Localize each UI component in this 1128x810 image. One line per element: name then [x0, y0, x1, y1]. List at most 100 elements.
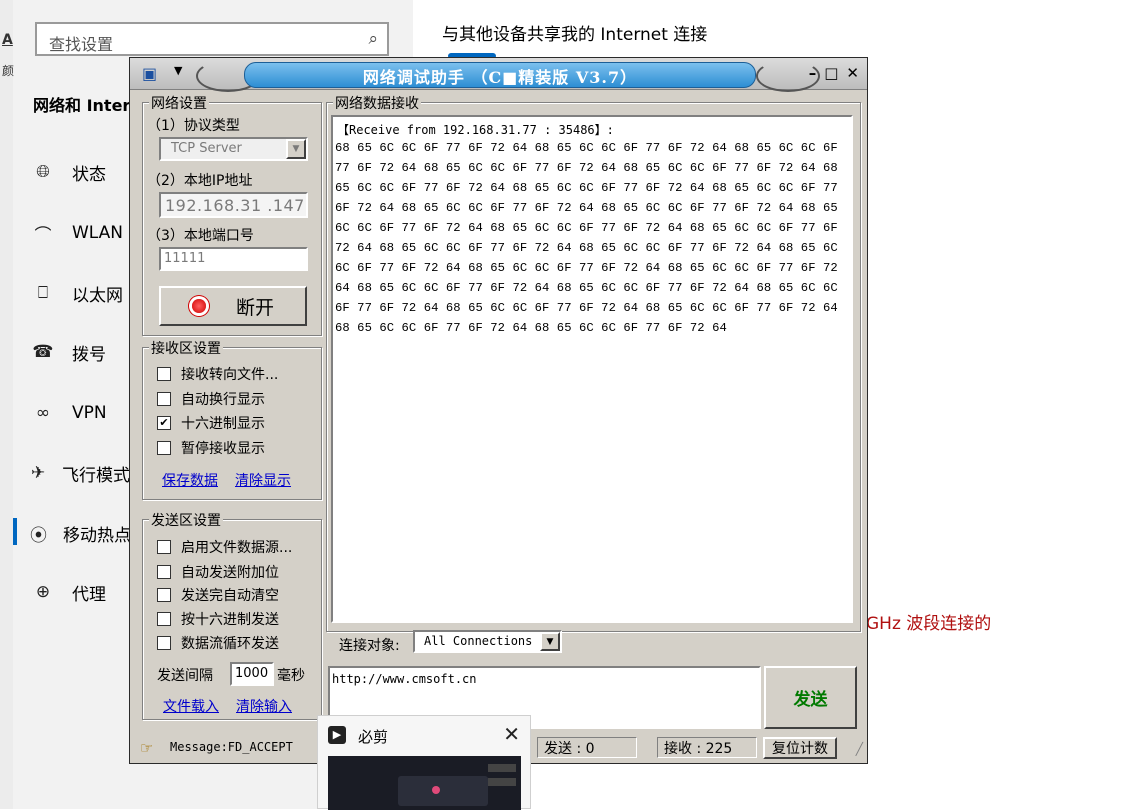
nav-item-label: WLAN — [72, 223, 124, 243]
system-menu-arrow-icon[interactable]: ▼ — [174, 64, 182, 77]
send-button-label: 发送 — [793, 690, 828, 710]
checkbox-box[interactable] — [157, 441, 171, 455]
file-source-checkbox[interactable]: 启用文件数据源... — [157, 537, 292, 557]
bijian-preview-popup[interactable]: ▶ 必剪 ✕ — [317, 715, 531, 810]
airplane-icon: ✈︎ — [30, 463, 46, 483]
close-icon[interactable]: ✕ — [846, 64, 859, 82]
checkbox-box[interactable] — [157, 612, 171, 626]
nav-item-wlan[interactable]: ⌒ WLAN — [30, 218, 130, 248]
vpn-icon: ∞ — [35, 403, 51, 423]
settings-left-strip: A 颜 — [0, 0, 15, 809]
nav-item-label: 状态 — [72, 164, 106, 185]
nav-item-airplane[interactable]: ✈︎ 飞行模式 — [30, 458, 130, 488]
nav-item-label: 代理 — [72, 584, 106, 605]
window-title: 网络调试助手 （C■精装版 V3.7） — [362, 68, 638, 87]
save-data-link[interactable]: 保存数据 — [162, 470, 218, 490]
checkbox-label: 十六进制显示 — [181, 416, 265, 432]
checkbox-label: 自动发送附加位 — [181, 565, 279, 581]
window-thumbnail[interactable] — [328, 756, 521, 810]
thumbnail-button — [488, 778, 516, 786]
checkbox-box[interactable] — [157, 367, 171, 381]
strip-text-icon: 颜 — [2, 64, 15, 78]
nav-item-ethernet[interactable]: ⎕ 以太网 — [30, 278, 130, 308]
maximize-icon[interactable]: □ — [824, 64, 838, 82]
checkbox-label: 发送完自动清空 — [181, 588, 279, 604]
dialup-icon: ☎︎ — [32, 342, 54, 362]
reset-count-label: 复位计数 — [772, 741, 828, 757]
settings-search-input[interactable]: 查找设置 ⌕ — [35, 22, 389, 56]
hotspot-icon: ⦿ — [30, 525, 47, 546]
clear-display-link[interactable]: 清除显示 — [235, 470, 291, 490]
resize-grip-icon[interactable]: ╱ — [856, 742, 863, 756]
nav-item-hotspot[interactable]: ⦿ 移动热点 — [30, 518, 131, 548]
group-title: 网络设置 — [149, 93, 209, 113]
disconnect-button[interactable]: 断开 — [159, 286, 307, 326]
wifi-icon: ⌒ — [34, 225, 52, 246]
protocol-label: （1）协议类型 — [147, 118, 240, 134]
nav-item-proxy[interactable]: ⊕ 代理 — [30, 577, 130, 607]
auto-append-checkbox[interactable]: 自动发送附加位 — [157, 562, 279, 582]
hex-data-line: 68 65 6C 6C 6F 77 6F 72 64 68 65 6C 6C 6… — [335, 141, 838, 155]
globe-icon: 🌐︎ — [36, 162, 50, 182]
bijian-logo-icon: ▶ — [328, 726, 346, 744]
sent-count: 发送 : 0 — [537, 737, 637, 758]
local-port-field[interactable]: 11111 — [159, 247, 308, 271]
strip-letter-icon: A — [2, 32, 13, 48]
ethernet-icon: ⎕ — [37, 283, 49, 303]
checkbox-box[interactable] — [157, 565, 171, 579]
auto-wrap-checkbox[interactable]: 自动换行显示 — [157, 389, 265, 409]
ip-address-value: 192.168.31 .147 — [165, 196, 305, 215]
thumbnail-panel — [398, 776, 488, 806]
load-file-link[interactable]: 文件载入 — [163, 696, 219, 716]
active-nav-indicator — [13, 518, 17, 545]
checkbox-box[interactable] — [157, 392, 171, 406]
connection-target-select[interactable]: All Connections ▼ — [413, 630, 562, 653]
checkbox-box[interactable] — [157, 588, 171, 602]
checkbox-label: 数据流循环发送 — [181, 636, 279, 652]
search-icon[interactable]: ⌕ — [368, 29, 378, 49]
receive-text-area[interactable]: 【Receive from 192.168.31.77 : 35486】: 68… — [331, 115, 853, 623]
minimize-icon[interactable]: – — [809, 64, 817, 82]
checkbox-box[interactable] — [157, 636, 171, 650]
nav-item-dialup[interactable]: ☎︎ 拨号 — [30, 337, 130, 367]
thumbnail-button — [488, 764, 516, 772]
chevron-down-icon[interactable]: ▼ — [286, 139, 306, 159]
nav-item-status[interactable]: 🌐︎ 状态 — [30, 157, 130, 187]
reset-count-button[interactable]: 复位计数 — [763, 737, 837, 759]
disconnect-label: 断开 — [235, 296, 274, 319]
nav-item-vpn[interactable]: ∞ VPN — [30, 398, 130, 428]
local-ip-field[interactable]: 192.168.31 .147 — [159, 192, 308, 218]
hex-data-line: 68 65 6C 6C 6F 77 6F 72 64 68 65 6C 6C 6… — [335, 321, 727, 335]
message-icon: ☞ — [140, 739, 154, 757]
app-icon[interactable]: ▣ — [142, 64, 157, 83]
hex-send-checkbox[interactable]: 按十六进制发送 — [157, 609, 279, 629]
close-icon[interactable]: ✕ — [503, 722, 520, 746]
chevron-down-icon[interactable]: ▼ — [540, 632, 560, 651]
protocol-select[interactable]: TCP Server ▼ — [159, 137, 308, 161]
auto-clear-checkbox[interactable]: 发送完自动清空 — [157, 585, 279, 605]
recv-to-file-checkbox[interactable]: 接收转向文件... — [157, 364, 278, 384]
hex-display-checkbox[interactable]: ✔ 十六进制显示 — [157, 413, 265, 433]
nav-item-label: 以太网 — [72, 285, 123, 306]
pause-display-checkbox[interactable]: 暂停接收显示 — [157, 438, 265, 458]
thumbnail-dot — [432, 786, 440, 794]
nav-item-label: 飞行模式 — [62, 465, 130, 486]
send-interval-input[interactable]: 1000 — [230, 662, 274, 686]
hex-data-line: 6C 6C 6F 77 6F 72 64 68 65 6C 6C 6F 77 6… — [335, 221, 838, 235]
hex-data-line: 77 6F 72 64 68 65 6C 6C 6F 77 6F 72 64 6… — [335, 161, 838, 175]
group-title: 网络数据接收 — [333, 93, 421, 113]
send-button[interactable]: 发送 — [764, 666, 857, 729]
bijian-title: 必剪 — [358, 728, 389, 746]
hex-data-line: 65 6C 6C 6F 77 6F 72 64 68 65 6C 6C 6F 7… — [335, 181, 838, 195]
checkmark-icon[interactable]: ✔ — [157, 416, 171, 430]
checkbox-box[interactable] — [157, 540, 171, 554]
send-text-value: http://www.cmsoft.cn — [332, 672, 477, 686]
title-bar[interactable]: ▣ ▼ 网络调试助手 （C■精装版 V3.7） – □ ✕ — [130, 58, 867, 92]
loop-send-checkbox[interactable]: 数据流循环发送 — [157, 633, 279, 653]
local-port-label: （3）本地端口号 — [147, 228, 254, 244]
hex-data-line: 72 64 68 65 6C 6C 6F 77 6F 72 64 68 65 6… — [335, 241, 838, 255]
nav-item-label: 移动热点 — [63, 525, 131, 546]
title-pill: 网络调试助手 （C■精装版 V3.7） — [244, 62, 756, 88]
protocol-value: TCP Server — [171, 141, 242, 156]
clear-input-link[interactable]: 清除输入 — [236, 696, 292, 716]
